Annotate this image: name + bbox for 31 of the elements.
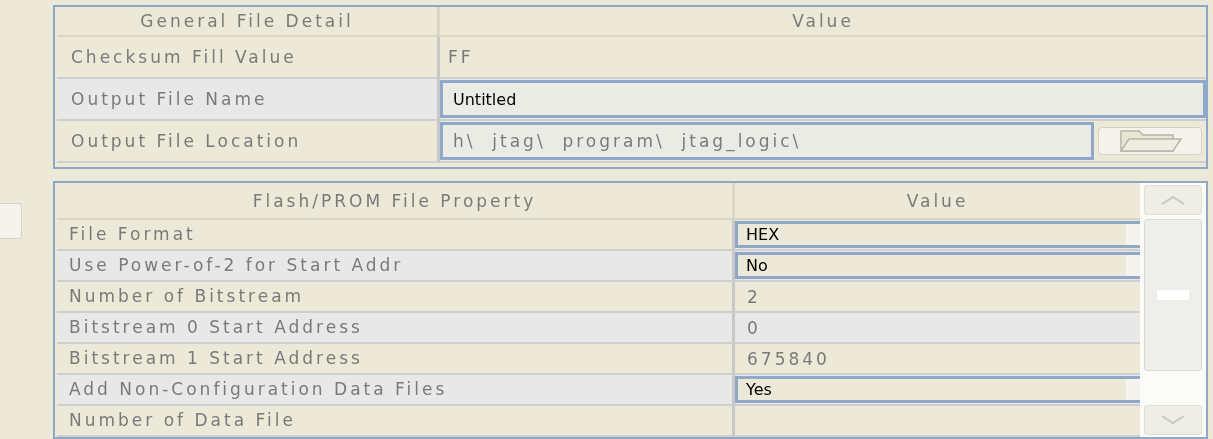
dropdown-button[interactable] xyxy=(1126,379,1140,400)
property-label: Checksum Fill Value xyxy=(71,47,297,67)
scroll-thumb[interactable] xyxy=(1144,219,1202,371)
property-label: Use Power-of-2 for Start Addr xyxy=(69,256,404,275)
property-label: Output File Name xyxy=(71,89,268,109)
column-header: Flash/PROM File Property xyxy=(57,183,735,220)
scroll-up-button[interactable] xyxy=(1144,185,1202,215)
column-header: General File Detail xyxy=(57,7,440,37)
browse-button[interactable] xyxy=(1098,127,1202,155)
scrollbar[interactable] xyxy=(1140,183,1206,437)
property-label: Output File Location xyxy=(71,131,302,151)
property-label: Add Non-Configuration Data Files xyxy=(69,380,448,399)
side-button[interactable] xyxy=(0,203,22,239)
dropdown-button[interactable] xyxy=(1126,255,1140,276)
property-label: Number of Bitstream xyxy=(69,287,305,306)
property-label: Number of Data File xyxy=(69,411,296,430)
scroll-down-button[interactable] xyxy=(1144,405,1202,435)
value-text: 2 xyxy=(747,286,761,307)
value-text: 0 xyxy=(747,317,761,338)
dropdown-field[interactable]: HEX xyxy=(735,221,1140,248)
value-text: 675840 xyxy=(747,348,830,369)
dropdown-field[interactable]: No xyxy=(735,252,1140,279)
property-label: Bitstream 1 Start Address xyxy=(69,349,363,368)
path-field[interactable]: h\ jtag\ program\ jtag_logic\ xyxy=(440,122,1094,160)
dropdown-field[interactable]: Yes xyxy=(735,376,1140,403)
property-label: Bitstream 0 Start Address xyxy=(69,318,363,337)
value-text: FF xyxy=(448,47,474,67)
folder-icon xyxy=(1117,128,1183,154)
text-field[interactable]: Untitled xyxy=(440,80,1206,118)
dropdown-button[interactable] xyxy=(1126,224,1140,245)
property-label: File Format xyxy=(69,225,196,244)
